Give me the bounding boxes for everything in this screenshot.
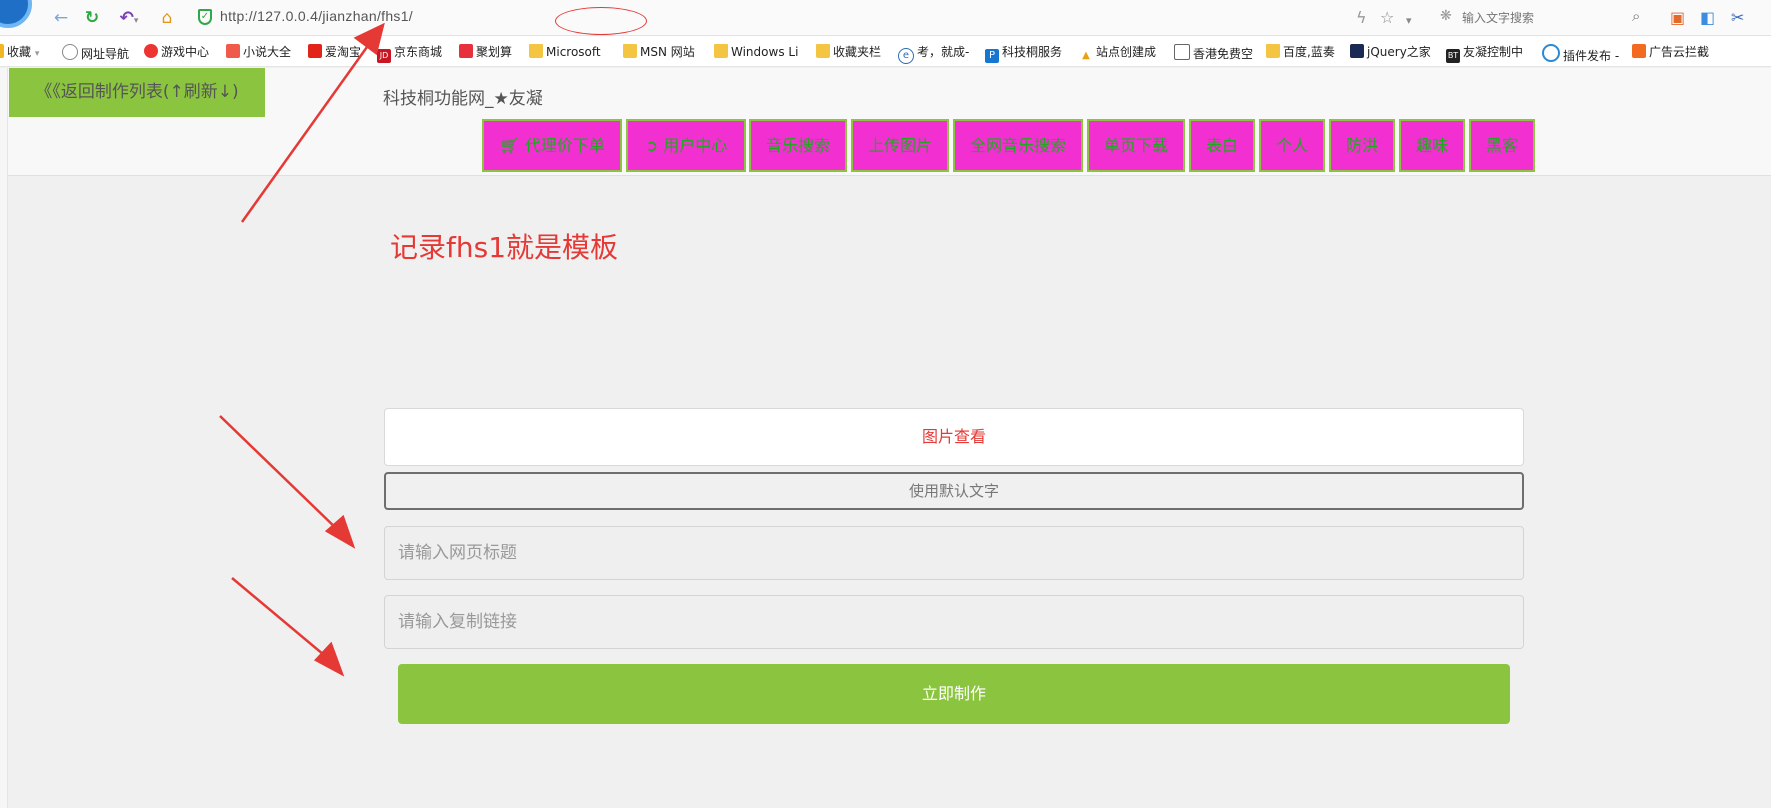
globe-icon [62,44,78,60]
bookmark-item[interactable]: 聚划算 [459,44,512,60]
folder-img-icon [1266,44,1280,58]
url-text[interactable]: http://127.0.0.4/jianzhan/fhs1/ [220,8,413,24]
folder-icon [623,44,637,58]
bookmark-item[interactable]: Microsoft [529,44,601,60]
nav-button-upload-image[interactable]: 上传图片 [851,119,949,172]
signout-icon: ➲ [644,136,659,155]
copy-link-input[interactable] [384,595,1524,649]
nav-button-music-search[interactable]: 音乐搜索 [749,119,847,172]
p-icon: P [985,49,999,63]
game-icon [144,44,158,58]
lightning-icon[interactable]: ϟ [1356,8,1367,28]
bt-icon: BT [1446,49,1460,63]
nav-button-agent-order[interactable]: 🛒︎ 代理价下单 [482,119,622,172]
book-icon [226,44,240,58]
favorite-star-icon[interactable]: ☆ [1380,8,1394,28]
nav-button-hacker[interactable]: 黑客 [1469,119,1535,172]
nav-button-flood-control[interactable]: 防洪 [1329,119,1395,172]
nav-button-fun[interactable]: 趣味 [1399,119,1465,172]
nav-button-personal[interactable]: 个人 [1259,119,1325,172]
view-image-button[interactable]: 图片查看 [384,408,1524,466]
back-to-list-button[interactable]: 《《返回制作列表(↑刷新↓) [9,68,265,117]
browser-search-box: ❋ ⌕ [1440,6,1655,30]
chevron-down-icon[interactable]: ▾ [1406,11,1412,31]
back-arrow-icon[interactable]: ← [50,6,72,30]
browser-logo-icon [0,0,32,28]
bookmark-item[interactable]: ▲ 站点创建成 [1079,44,1156,63]
bookmark-item[interactable]: 收藏夹栏 [816,44,881,60]
annotation-note: 记录fhs1就是模板 [390,231,619,264]
bookmark-item[interactable]: BT 友凝控制中 [1446,44,1523,63]
bookmark-item[interactable]: JD 京东商城 [377,44,442,63]
search-input[interactable] [1462,6,1622,30]
plugin-icon [1542,44,1560,62]
bookmark-item[interactable]: 小说大全 [226,44,291,60]
search-icon[interactable]: ⌕ [1632,7,1640,25]
e-icon: e [898,48,914,64]
tools-icon[interactable]: ✂ [1731,8,1744,28]
bookmark-item[interactable]: 网址导航 [62,44,129,62]
bookmark-item[interactable]: 广告云拦截 [1632,44,1709,60]
arrow-to-title-input [219,415,356,549]
bookmark-item[interactable]: 游戏中心 [144,44,209,60]
address-toolbar: ← ↻ ↶▾ ⌂ ✓ http://127.0.0.4/jianzhan/fhs… [0,0,1771,36]
undo-icon[interactable]: ↶▾ [114,6,144,30]
bookmark-item[interactable]: jQuery之家 [1350,44,1431,60]
juhuasuan-icon [459,44,473,58]
bookmark-item[interactable]: 收藏 ▾ [0,44,39,62]
home-icon[interactable]: ⌂ [156,6,178,30]
flag-icon [1632,44,1646,58]
jquery-icon [1350,44,1364,58]
folder-icon [714,44,728,58]
refresh-icon[interactable]: ↻ [81,6,103,30]
site-title: 科技桐功能网_★友凝 [383,89,543,109]
bookmark-item[interactable]: 爱淘宝 [308,44,361,60]
page-title-input[interactable] [384,526,1524,580]
make-now-button[interactable]: 立即制作 [398,664,1510,724]
cart-icon: 🛒︎ [499,136,520,155]
shield-check-icon: ✓ [198,9,212,25]
page-left-edge [0,68,8,808]
paw-icon: ❋ [1440,8,1452,24]
jd-icon: JD [377,49,391,63]
nav-button-confession[interactable]: 表白 [1189,119,1255,172]
extension-icon[interactable]: ◧ [1700,8,1715,28]
nav-button-all-music-search[interactable]: 全网音乐搜索 [953,119,1083,172]
bookmark-item[interactable]: MSN 网站 [623,44,695,60]
bookmark-item[interactable]: P 科技桐服务 [985,44,1062,63]
folder-icon [529,44,543,58]
taobao-icon [308,44,322,58]
page-icon [1174,44,1190,60]
site-icon: ▲ [1079,49,1093,63]
folder-icon [816,44,830,58]
bookmark-item[interactable]: e 考，就成- [898,44,969,64]
nav-button-user-center[interactable]: ➲ 用户中心 [626,119,746,172]
bookmark-item[interactable]: Windows Li [714,44,798,60]
nav-button-single-page-download[interactable]: 单页下载 [1087,119,1185,172]
star-icon [0,44,4,58]
url-annotation-circle [555,7,647,35]
bookmark-item[interactable]: 香港免费空 [1174,44,1253,62]
url-field[interactable]: ✓ http://127.0.0.4/jianzhan/fhs1/ [192,4,1334,35]
bookmark-item[interactable]: 插件发布 - [1542,44,1619,64]
arrow-to-link-input [231,577,345,677]
use-default-text-button[interactable]: 使用默认文字 [384,472,1524,510]
bookmark-item[interactable]: 百度,蓝奏 [1266,44,1335,60]
gift-icon[interactable]: ▣ [1670,8,1685,28]
bookmarks-bar: 收藏 ▾ 网址导航 游戏中心 小说大全 爱淘宝 JD 京东商城 聚划算 Micro… [0,36,1771,67]
